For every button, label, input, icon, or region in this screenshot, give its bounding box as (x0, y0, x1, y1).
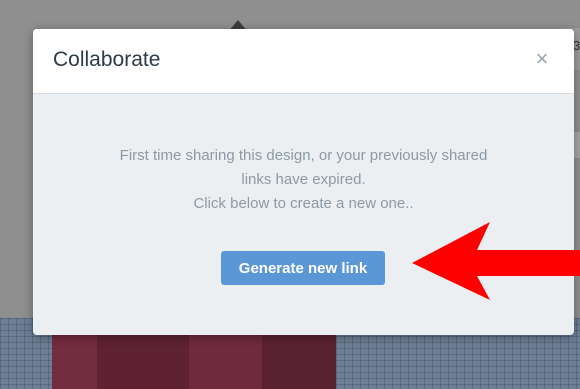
close-icon[interactable]: × (530, 47, 554, 71)
dialog-title: Collaborate (53, 48, 161, 71)
message-line-2: links have expired. (241, 171, 366, 188)
message-line-3: Click below to create a new one.. (193, 195, 414, 212)
generate-link-button[interactable]: Generate new link (221, 251, 385, 285)
view-cube-chip-label: 3 (573, 38, 580, 53)
dialog-message: First time sharing this design, or your … (33, 144, 574, 216)
arrow-icon (412, 222, 580, 300)
red-arrow-annotation (412, 222, 580, 300)
message-line-1: First time sharing this design, or your … (119, 147, 488, 164)
dialog-header: Collaborate × (33, 29, 574, 94)
